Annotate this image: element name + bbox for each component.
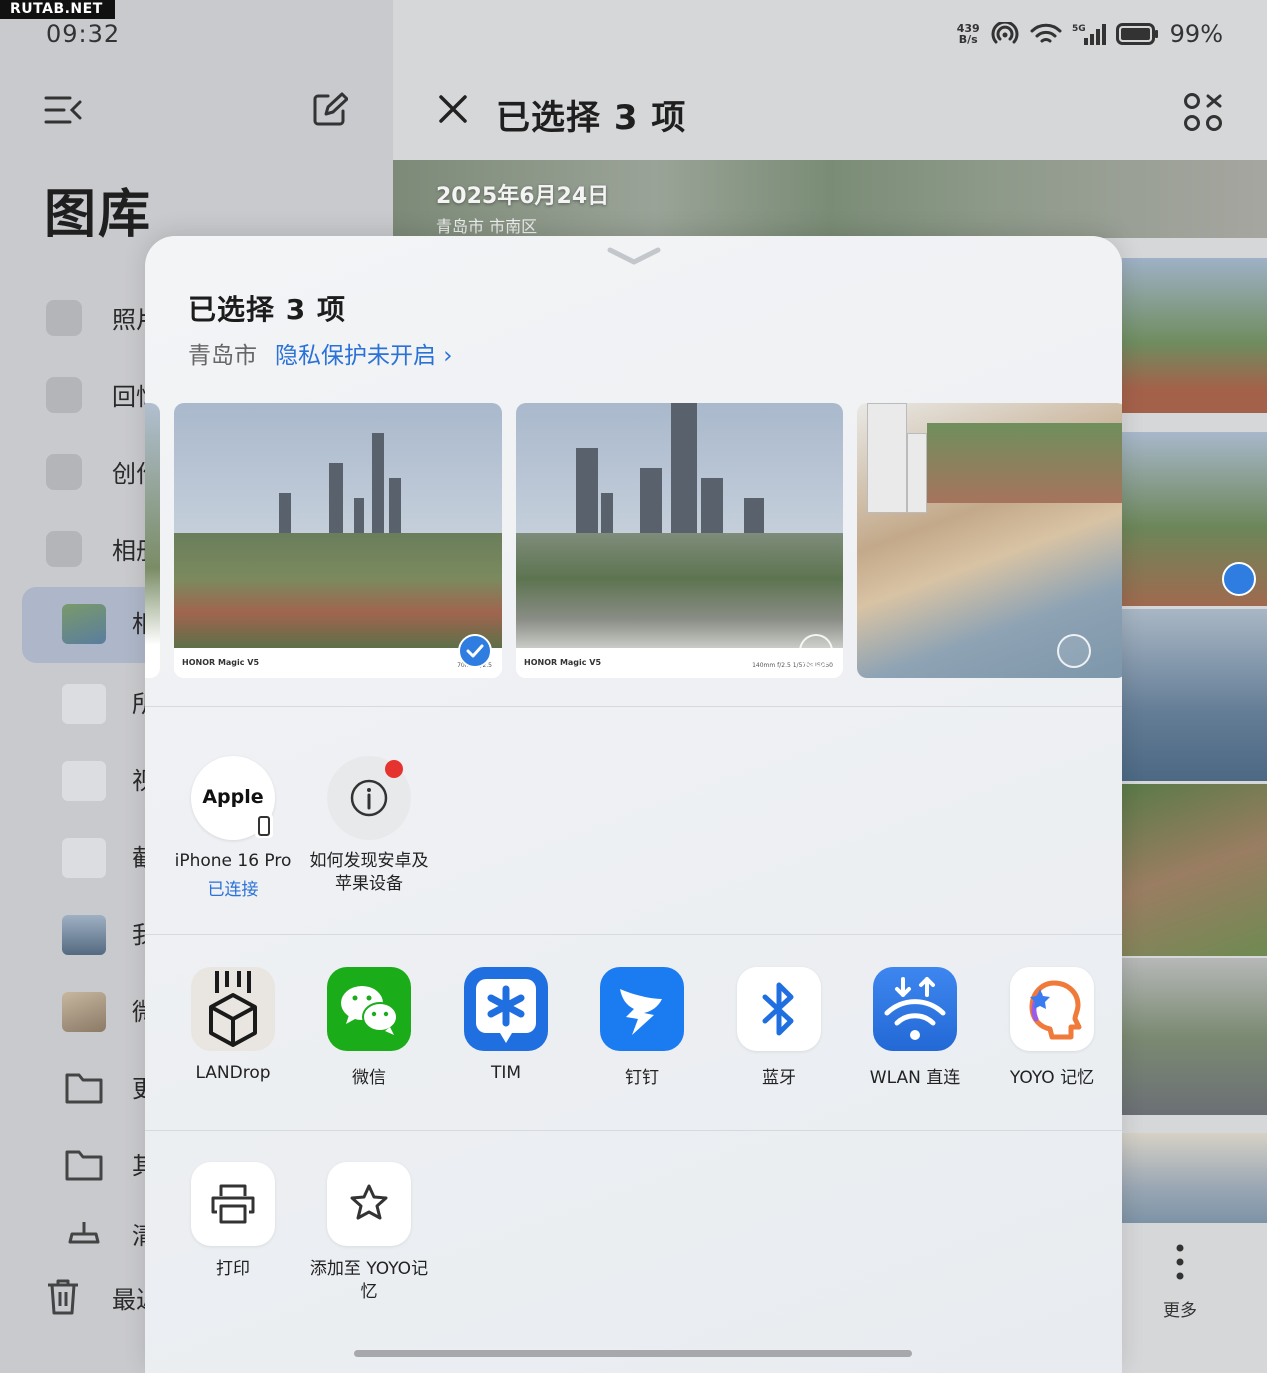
battery-level: 99% bbox=[1169, 20, 1223, 48]
share-app-wechat[interactable]: 微信 bbox=[301, 967, 437, 1088]
help-avatar bbox=[327, 756, 411, 840]
share-app-tim[interactable]: TIM bbox=[438, 967, 574, 1083]
memories-icon bbox=[46, 377, 82, 413]
device-avatar: Apple bbox=[191, 756, 275, 840]
close-selection-button[interactable] bbox=[438, 88, 468, 134]
selected-check-icon[interactable] bbox=[458, 634, 492, 668]
sheet-title: 已选择 3 项 bbox=[188, 293, 346, 326]
section-divider bbox=[145, 1130, 1122, 1131]
status-time: 09:32 bbox=[46, 20, 121, 48]
share-app-yoyo-memory[interactable]: YOYO 记忆 bbox=[984, 967, 1120, 1088]
unselected-check-icon[interactable] bbox=[799, 634, 833, 668]
app-label: TIM bbox=[490, 1063, 522, 1083]
grid-photo-thumb[interactable] bbox=[1122, 432, 1267, 606]
albums-icon bbox=[46, 531, 82, 567]
phone-icon bbox=[255, 814, 273, 838]
selected-check-icon bbox=[1222, 562, 1256, 596]
share-app-landrop[interactable]: LANDrop bbox=[165, 967, 301, 1083]
layout-grid-icon[interactable] bbox=[1183, 92, 1223, 132]
album-thumbnail bbox=[62, 684, 106, 724]
photos-icon bbox=[46, 300, 82, 336]
star-icon bbox=[327, 1162, 411, 1246]
hotspot-icon bbox=[991, 22, 1019, 44]
grid-photo-thumb[interactable] bbox=[1122, 784, 1267, 956]
more-vertical-icon bbox=[1176, 1244, 1184, 1280]
dingtalk-icon bbox=[600, 967, 684, 1051]
wechat-icon bbox=[327, 967, 411, 1051]
device-status: 已连接 bbox=[207, 880, 259, 900]
trash-icon bbox=[48, 1279, 78, 1315]
sheet-location: 青岛市 bbox=[188, 343, 257, 369]
section-divider bbox=[145, 706, 1122, 707]
album-thumbnail bbox=[62, 915, 106, 955]
action-print[interactable]: 打印 bbox=[165, 1162, 301, 1281]
action-label: 添加至 YOYO记忆 bbox=[309, 1259, 429, 1302]
broom-icon bbox=[68, 1222, 100, 1244]
share-app-bluetooth[interactable]: 蓝牙 bbox=[711, 967, 847, 1088]
device-name: iPhone 16 Pro bbox=[174, 851, 292, 871]
notification-dot bbox=[385, 760, 403, 778]
app-label: 微信 bbox=[352, 1068, 386, 1088]
app-label: WLAN 直连 bbox=[869, 1068, 961, 1088]
page-title: 图库 bbox=[44, 185, 153, 245]
album-thumbnail bbox=[62, 761, 106, 801]
photo-preview[interactable]: HONOR Magic V5 140mm f/2.5 1/570s ISO50 bbox=[516, 403, 843, 678]
grid-photo-thumb[interactable] bbox=[1122, 958, 1267, 1115]
watermark: RUTAB.NET bbox=[0, 0, 115, 19]
menu-collapse-icon[interactable] bbox=[44, 94, 84, 126]
app-label: 蓝牙 bbox=[762, 1068, 796, 1088]
wifi-icon bbox=[1030, 23, 1062, 43]
device-brand-label: Apple bbox=[202, 786, 264, 808]
status-indicators: 439 B/s 5G 99% bbox=[957, 20, 1223, 48]
battery-icon bbox=[1115, 23, 1158, 45]
more-button[interactable]: 更多 bbox=[1150, 1244, 1210, 1321]
nearby-device-iphone[interactable]: Apple iPhone 16 Pro 已连接 bbox=[165, 756, 301, 900]
app-label: LANDrop bbox=[195, 1063, 271, 1083]
app-label: 钉钉 bbox=[625, 1068, 659, 1088]
album-thumbnail bbox=[62, 604, 106, 644]
share-app-wlan-direct[interactable]: WLAN 直连 bbox=[847, 967, 983, 1088]
tim-icon bbox=[464, 967, 548, 1051]
bluetooth-icon bbox=[737, 967, 821, 1051]
more-label: 更多 bbox=[1163, 1301, 1197, 1321]
share-app-dingtalk[interactable]: 钉钉 bbox=[574, 967, 710, 1088]
svg-text:5G: 5G bbox=[1072, 24, 1086, 34]
album-thumbnail bbox=[62, 992, 106, 1032]
photo-preview[interactable]: HONOR Magic V5 70mm f/2.5 bbox=[174, 403, 502, 678]
sheet-collapse-handle[interactable] bbox=[607, 246, 661, 266]
action-add-to-yoyo-memory[interactable]: 添加至 YOYO记忆 bbox=[301, 1162, 437, 1304]
yoyo-memory-icon bbox=[1010, 967, 1094, 1051]
printer-icon bbox=[191, 1162, 275, 1246]
share-sheet: 已选择 3 项 青岛市 隐私保护未开启 › HONOR Magic V5 70m… bbox=[145, 236, 1122, 1373]
app-label: YOYO 记忆 bbox=[1009, 1068, 1095, 1088]
section-divider bbox=[145, 934, 1122, 935]
album-thumbnail bbox=[62, 838, 106, 878]
folder-icon bbox=[65, 1150, 103, 1181]
wlan-direct-icon bbox=[873, 967, 957, 1051]
close-icon bbox=[439, 95, 467, 123]
selection-title: 已选择 3 项 bbox=[496, 98, 687, 138]
network-speed: 439 B/s bbox=[956, 22, 980, 46]
strip-date: 2025年6月24日 bbox=[436, 184, 610, 209]
grid-photo-thumb[interactable] bbox=[1122, 1133, 1267, 1223]
device-name: 如何发现安卓及苹果设备 bbox=[309, 851, 429, 894]
home-indicator[interactable] bbox=[354, 1350, 912, 1357]
strip-location: 青岛市 市南区 bbox=[436, 217, 538, 236]
discover-devices-help[interactable]: 如何发现安卓及苹果设备 bbox=[301, 756, 437, 896]
photo-preview[interactable] bbox=[857, 403, 1122, 678]
photo-watermark-brand: HONOR Magic V5 bbox=[524, 658, 602, 667]
cellular-signal-icon: 5G bbox=[1072, 24, 1106, 45]
action-label: 打印 bbox=[216, 1259, 250, 1279]
grid-photo-thumb[interactable] bbox=[1122, 258, 1267, 413]
folder-icon bbox=[65, 1073, 103, 1104]
edit-icon[interactable] bbox=[312, 92, 348, 128]
grid-photo-thumb[interactable] bbox=[1122, 609, 1267, 781]
photo-preview-partial[interactable] bbox=[145, 403, 160, 678]
photo-watermark-brand: HONOR Magic V5 bbox=[182, 658, 260, 667]
info-icon bbox=[350, 779, 388, 817]
landrop-icon bbox=[191, 967, 275, 1051]
create-icon bbox=[46, 454, 82, 490]
unselected-check-icon[interactable] bbox=[1057, 634, 1091, 668]
privacy-protection-link[interactable]: 隐私保护未开启 › bbox=[275, 336, 453, 370]
